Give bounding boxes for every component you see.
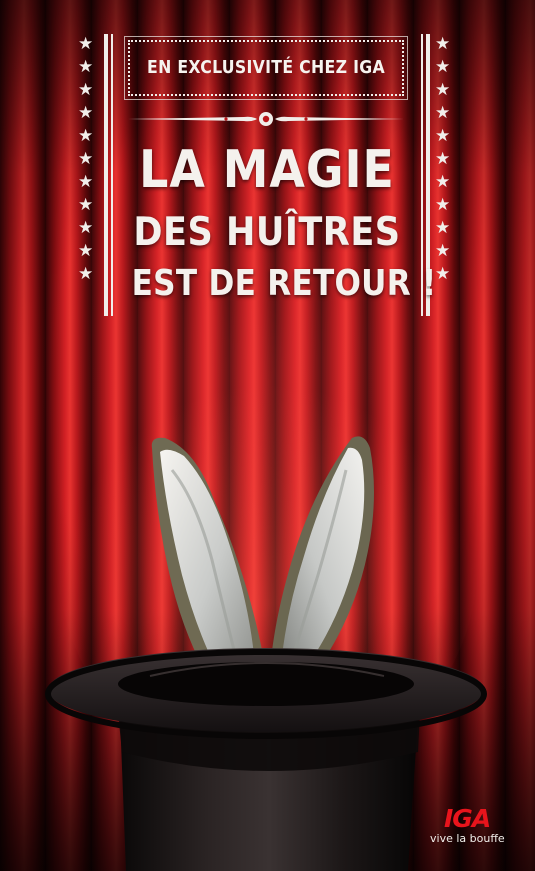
star-icon: ★ bbox=[78, 80, 94, 100]
badge-text: EN EXCLUSIVITÉ CHEZ IGA bbox=[147, 58, 385, 78]
top-hat bbox=[45, 648, 487, 871]
iga-logo-mark: IGA bbox=[444, 804, 491, 833]
star-icon: ★ bbox=[435, 34, 451, 54]
star-icon: ★ bbox=[78, 218, 94, 238]
star-icon: ★ bbox=[78, 264, 94, 284]
star-icon: ★ bbox=[78, 195, 94, 215]
exclusivity-badge: EN EXCLUSIVITÉ CHEZ IGA bbox=[124, 36, 408, 100]
ornament-divider bbox=[128, 112, 404, 126]
star-icon: ★ bbox=[435, 195, 451, 215]
headline-line-3: EST DE RETOUR ! bbox=[131, 263, 437, 304]
star-icon: ★ bbox=[435, 149, 451, 169]
iga-logo: IGA vive la bouffe bbox=[430, 806, 505, 846]
star-column-left: ★ ★ ★ ★ ★ ★ ★ ★ ★ ★ ★ bbox=[78, 36, 93, 283]
star-icon: ★ bbox=[435, 57, 451, 77]
frame-bar-left-outer bbox=[104, 34, 108, 316]
brand-tagline: vive la bouffe bbox=[430, 832, 505, 845]
star-icon: ★ bbox=[435, 103, 451, 123]
frame-bar-left-inner bbox=[111, 34, 113, 316]
star-column-right: ★ ★ ★ ★ ★ ★ ★ ★ ★ ★ ★ bbox=[435, 36, 450, 283]
star-icon: ★ bbox=[435, 218, 451, 238]
star-icon: ★ bbox=[435, 172, 451, 192]
headline-line-2: DES HUÎTRES bbox=[133, 210, 401, 255]
star-icon: ★ bbox=[78, 34, 94, 54]
headline-line-1: LA MAGIE bbox=[139, 140, 395, 200]
star-icon: ★ bbox=[435, 241, 451, 261]
star-icon: ★ bbox=[78, 172, 94, 192]
star-icon: ★ bbox=[435, 264, 451, 284]
poster: ★ ★ ★ ★ ★ ★ ★ ★ ★ ★ ★ ★ ★ ★ ★ ★ ★ ★ ★ ★ ★ ★ EN EXCLUSIVITÉ C… bbox=[0, 0, 535, 871]
star-icon: ★ bbox=[78, 103, 94, 123]
star-icon: ★ bbox=[78, 57, 94, 77]
star-icon: ★ bbox=[78, 241, 94, 261]
star-icon: ★ bbox=[78, 149, 94, 169]
star-icon: ★ bbox=[435, 80, 451, 100]
star-icon: ★ bbox=[78, 126, 94, 146]
star-icon: ★ bbox=[435, 126, 451, 146]
